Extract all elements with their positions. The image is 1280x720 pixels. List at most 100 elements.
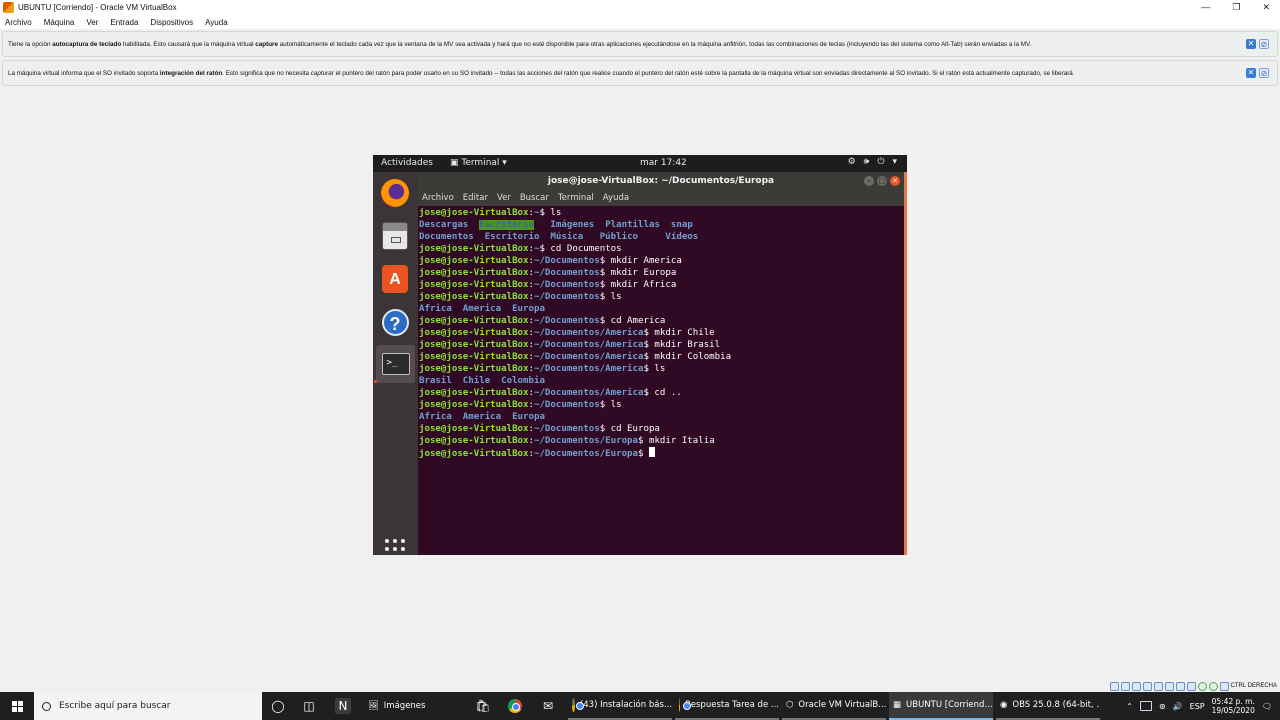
dir-entry: Documentos (419, 232, 474, 242)
cortana-icon[interactable]: ◯ (270, 698, 286, 714)
menu-archivo[interactable]: Archivo (5, 18, 32, 27)
start-button[interactable] (0, 692, 34, 720)
activities-button[interactable]: Actividades (381, 158, 433, 168)
windows-taskbar: Escribe aquí para buscar ◯ ◫ N 🖼 Imágenes… (0, 692, 1280, 720)
menu-ver[interactable]: Ver (86, 18, 98, 27)
host-key-label: CTRL DERECHA (1230, 683, 1277, 689)
terminal-minimize-icon[interactable]: – (864, 176, 874, 186)
menu-ayuda[interactable]: Ayuda (205, 18, 228, 27)
command-text: $ ls (599, 292, 622, 302)
command-text: $ cd America (599, 316, 666, 326)
task-chrome-instalacion[interactable]: (43) Instalación bás... (568, 692, 672, 720)
tmenu-ayuda[interactable]: Ayuda (603, 191, 629, 206)
taskbar-search-box[interactable]: Escribe aquí para buscar (34, 692, 262, 720)
chevron-down-icon: ▾ (892, 157, 897, 167)
vm-display[interactable]: Actividades ▣ Terminal ▾ mar 17:42 ⚙ 🕪 ⏻… (373, 155, 907, 555)
task-ubuntu-vm[interactable]: ▦ UBUNTU [Corriend... (889, 692, 993, 720)
mouse-integration-notice: La máquina virtual informa que el SO inv… (2, 60, 1278, 86)
terminal-maximize-icon[interactable]: □ (877, 176, 887, 186)
tray-network-icon[interactable]: ⊛ (1159, 702, 1166, 711)
ubuntu-dock: A ? >_ (373, 172, 418, 555)
tray-chevron-up-icon[interactable]: ⌃ (1126, 702, 1133, 711)
vbox-menu-bar: Archivo Máquina Ver Entrada Dispositivos… (0, 15, 1280, 29)
tmenu-editar[interactable]: Editar (463, 191, 488, 206)
tmenu-buscar[interactable]: Buscar (520, 191, 549, 206)
hard-disk-icon[interactable] (1109, 681, 1119, 691)
dir-entry: Escritorio (484, 232, 540, 242)
terminal-app-menu[interactable]: ▣ Terminal ▾ (450, 158, 507, 168)
close-icon[interactable]: ✕ (1262, 0, 1270, 15)
audio-icon[interactable] (1131, 681, 1141, 691)
command-text: $ mkdir Africa (599, 280, 677, 290)
terminal-line: jose@jose-VirtualBox:~/Documentos/Americ… (419, 351, 904, 363)
dock-firefox[interactable] (380, 178, 410, 208)
notifications-icon[interactable]: 🗨 (1262, 702, 1272, 711)
terminal-title-bar[interactable]: jose@jose-VirtualBox: ~/Documentos/Europ… (418, 172, 904, 191)
terminal-line: jose@jose-VirtualBox:~/Documentos/Americ… (419, 339, 904, 351)
terminal-line: jose@jose-VirtualBox:~/Documentos/Europa… (419, 447, 904, 460)
display-icon[interactable] (1175, 681, 1185, 691)
terminal-line: jose@jose-VirtualBox:~/Documentos$ cd Eu… (419, 423, 904, 435)
tmenu-ver[interactable]: Ver (497, 191, 511, 206)
mouse-integration-icon[interactable] (1208, 681, 1218, 691)
show-applications-icon[interactable] (385, 539, 405, 555)
notice-text: La máquina virtual informa que el SO inv… (8, 69, 1073, 77)
tmenu-terminal[interactable]: Terminal (558, 191, 594, 206)
prompt-user: jose@jose-VirtualBox (419, 208, 529, 218)
mail-icon[interactable]: ✉ (540, 698, 556, 714)
command-text: $ ls (539, 208, 562, 218)
language-indicator[interactable]: ESP (1190, 702, 1205, 711)
menu-entrada[interactable]: Entrada (110, 18, 138, 27)
windows-logo-icon (11, 700, 23, 712)
terminal-window[interactable]: jose@jose-VirtualBox: ~/Documentos/Europ… (418, 172, 907, 555)
tray-volume-icon[interactable]: 🔊 (1173, 702, 1183, 711)
taskbar-clock[interactable]: 05:42 p. m. 19/05/2020 (1212, 697, 1255, 715)
prompt-path: ~/Documentos/America (533, 328, 644, 338)
vbox-status-bar: CTRL DERECHA (1080, 680, 1280, 692)
network-adapter-icon[interactable] (1142, 681, 1152, 691)
prompt-path: ~/Documentos (533, 268, 600, 278)
minimize-icon[interactable]: — (1201, 0, 1210, 15)
optical-drive-icon[interactable] (1120, 681, 1130, 691)
recording-icon[interactable] (1186, 681, 1196, 691)
do-not-show-again-icon[interactable]: ⊘ (1259, 68, 1269, 78)
network-icon: ⚙ (847, 157, 856, 167)
terminal-close-icon[interactable]: ✕ (890, 176, 900, 186)
terminal-line: Descargas Escritorio Imágenes Plantillas… (419, 219, 904, 231)
keyboard-capture-icon[interactable] (1219, 681, 1229, 691)
tmenu-archivo[interactable]: Archivo (422, 191, 454, 206)
do-not-show-again-icon[interactable]: ⊘ (1259, 39, 1269, 49)
chrome-pinned-icon[interactable] (507, 698, 523, 714)
store-icon[interactable]: 🛍 (475, 698, 491, 714)
prompt-user: jose@jose-VirtualBox (419, 400, 529, 410)
task-imagenes[interactable]: 🖼 Imágenes (364, 692, 464, 720)
power-icon: ⏻ (877, 157, 885, 167)
system-status-area[interactable]: ⚙ 🕪 ⏻ ▾ (848, 157, 897, 167)
menu-dispositivos[interactable]: Dispositivos (150, 18, 193, 27)
maximize-icon[interactable]: ❐ (1232, 0, 1240, 15)
shared-folders-icon[interactable] (1164, 681, 1174, 691)
clock[interactable]: mar 17:42 (640, 158, 687, 168)
menu-maquina[interactable]: Máquina (44, 18, 75, 27)
terminal-line: Africa America Europa (419, 411, 904, 423)
tray-battery-icon[interactable] (1139, 701, 1152, 711)
close-notice-icon[interactable]: ✕ (1246, 68, 1256, 78)
usb-icon[interactable] (1153, 681, 1163, 691)
cpu-activity-icon[interactable] (1197, 681, 1207, 691)
terminal-line: Brasil Chile Colombia (419, 375, 904, 387)
notion-icon[interactable]: N (335, 698, 351, 714)
task-view-icon[interactable]: ◫ (301, 698, 317, 714)
task-obs[interactable]: ◉ OBS 25.0.8 (64-bit, ... (996, 692, 1100, 720)
dock-files[interactable] (380, 221, 410, 251)
dock-terminal[interactable]: >_ (376, 345, 415, 383)
virtualbox-icon (3, 2, 14, 13)
dock-help[interactable]: ? (380, 307, 410, 337)
dir-entry: Imágenes (550, 220, 595, 230)
dock-software[interactable]: A (380, 264, 410, 294)
task-virtualbox-manager[interactable]: ⬡ Oracle VM VirtualB... (782, 692, 886, 720)
terminal-output[interactable]: jose@jose-VirtualBox:~$ ls Descargas Escr… (418, 207, 904, 555)
terminal-line: jose@jose-VirtualBox:~/Documentos/Americ… (419, 363, 904, 375)
task-chrome-respuesta[interactable]: Respuesta Tarea de ... (675, 692, 779, 720)
close-notice-icon[interactable]: ✕ (1246, 39, 1256, 49)
